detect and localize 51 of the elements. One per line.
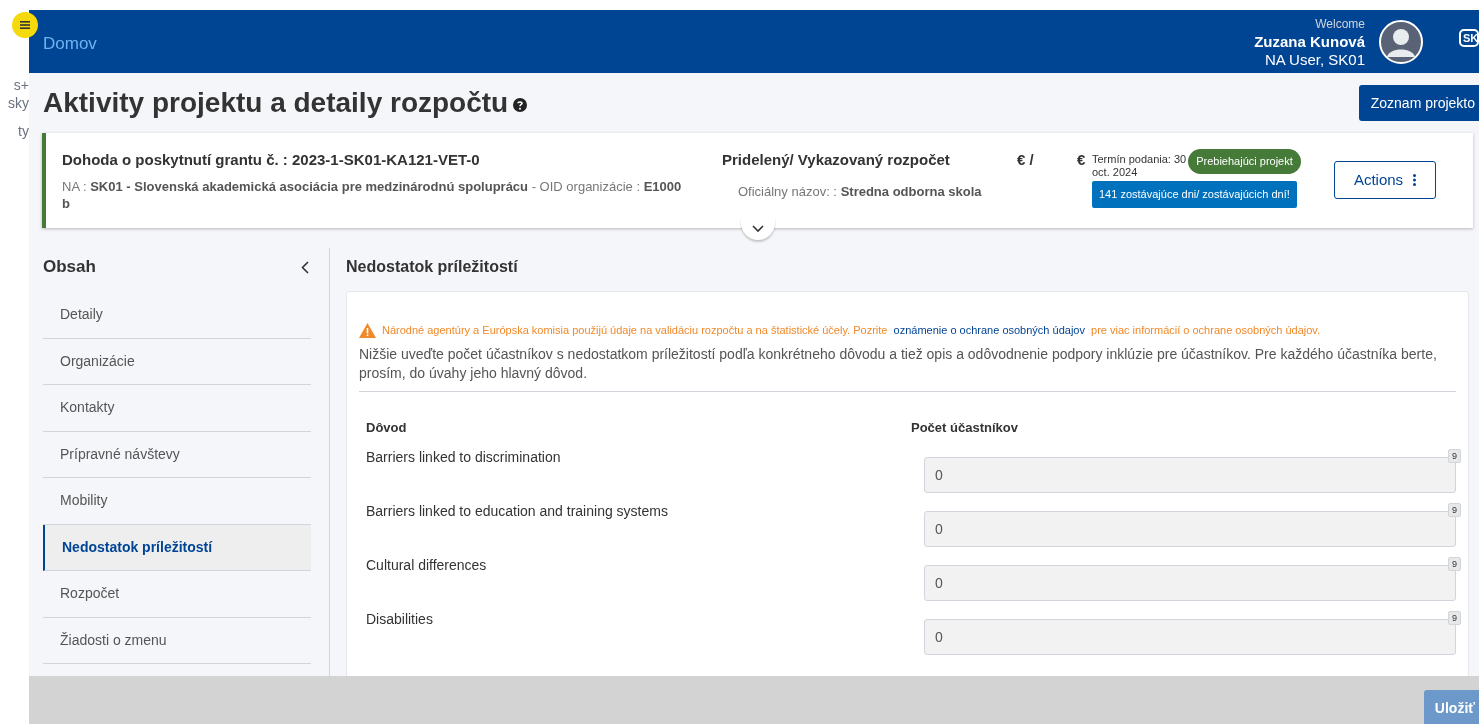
actions-button[interactable]: Actions	[1334, 161, 1436, 199]
budget-reported: €	[1077, 150, 1086, 170]
privacy-link[interactable]: oznámenie o ochrane osobných údajov	[893, 324, 1085, 336]
cut-off-text: ty	[18, 122, 29, 140]
agreement-number: Dohoda o poskytnutí grantu č. : 2023-1-SK01-KA121-VET-0	[62, 150, 481, 170]
menu-button[interactable]	[12, 12, 38, 38]
menu-icon	[20, 21, 30, 29]
column-header: Počet účastníkov	[911, 418, 1018, 437]
section-title: Nedostatok príležitostí	[346, 257, 519, 277]
reason-label: Barriers linked to education and training systems	[365, 502, 669, 521]
avatar-icon	[1379, 19, 1423, 64]
home-link[interactable]: Domov	[43, 30, 97, 57]
reason-label: Disabilities	[365, 610, 434, 629]
welcome-text: Welcome	[1315, 15, 1365, 33]
character-counter: 9	[1448, 611, 1461, 625]
cut-off-text: s+	[13, 76, 29, 94]
column-header: Dôvod	[365, 418, 408, 437]
sidebar-item[interactable]: Nedostatok príležitostí	[43, 524, 311, 571]
page-title: Aktivity projektu a detaily rozpočtu	[43, 86, 509, 120]
official-name: Oficiálny názov: : Stredna odborna skola	[738, 182, 983, 201]
deadline-text: Termín podania: 30 oct. 2024	[1092, 153, 1187, 179]
days-remaining-badge: 141 zostávajúce dni/ zostávajúcich dní!	[1092, 181, 1297, 208]
user-name: Zuzana Kunová	[1254, 32, 1365, 51]
sidebar-item[interactable]: Kontakty	[43, 385, 311, 432]
privacy-notice: Národné agentúry a Európska komisia použijú údaje na validáciu rozpočtu a na štatistické účely. Pozrite oznámenie o ochrane osobných údajov pre viac informácií o ochrane osobných údajov.	[382, 323, 1321, 338]
budget-allocated: € /	[1017, 150, 1035, 170]
expand-button[interactable]	[741, 218, 775, 240]
reason-label: Cultural differences	[365, 556, 488, 575]
cut-off-text: sky	[8, 94, 29, 112]
chevron-down-icon	[752, 225, 764, 233]
sidebar-item[interactable]: Rozpočet	[43, 571, 311, 618]
sidebar-item[interactable]: Organizácie	[43, 338, 311, 385]
warning-icon	[359, 322, 376, 338]
project-list-button[interactable]: Zoznam projekto	[1358, 85, 1479, 121]
user-role: NA User, SK01	[1264, 50, 1365, 69]
more-icon	[1413, 174, 1417, 186]
character-counter: 9	[1448, 557, 1461, 571]
agency-info: NA : SK01 - Slovenská akademická asociácia pre medzinárodnú spoluprácu - OID organizácie : E1000 b	[62, 177, 683, 212]
sidebar-title: Obsah	[43, 256, 97, 279]
status-badge: Prebiehajúci projekt	[1188, 149, 1301, 174]
sidebar-item[interactable]: Mobility	[43, 478, 311, 525]
sidebar-item[interactable]: Detaily	[43, 292, 311, 339]
sidebar-item[interactable]: Prípravné návštevy	[43, 431, 311, 478]
collapse-icon[interactable]	[301, 260, 309, 274]
character-counter: 9	[1448, 449, 1461, 463]
sidebar-item[interactable]: Žiadosti o zmenu	[43, 617, 311, 664]
intro-text: Nižšie uveďte počet účastníkov s nedostatkom príležitostí podľa konkrétneho dôvodu a tiež opis a odôvodnenie podpory inklúzie pre účastníkov. Pre každého účastníka berte, prosím, do úvahy jeho hlavný dôvod.	[359, 344, 1456, 392]
budget-label: Pridelený/ Vykazovaný rozpočet	[722, 150, 951, 170]
character-counter: 9	[1448, 503, 1461, 517]
help-icon[interactable]	[513, 98, 528, 112]
reason-label: Barriers linked to discrimination	[365, 448, 562, 467]
